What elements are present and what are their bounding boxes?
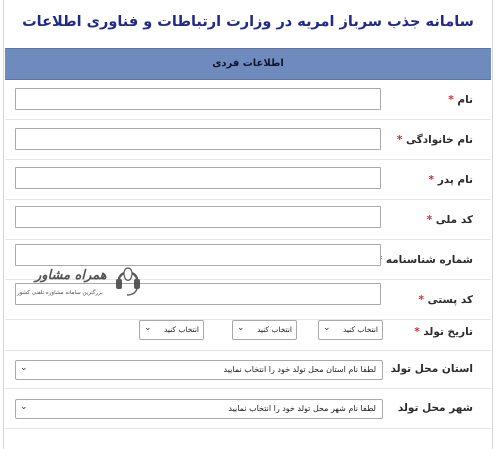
- chevron-down-icon: ⌄: [237, 323, 245, 333]
- watermark-title: همراه مشاور: [35, 268, 107, 283]
- headset-icon: [116, 267, 140, 296]
- father-name-row: نام پدر *: [5, 160, 491, 200]
- last-name-row: نام خانوادگی *: [5, 120, 491, 160]
- last-name-input[interactable]: [15, 128, 381, 150]
- last-name-label-text: نام خانوادگی: [406, 134, 473, 146]
- birth-year-select[interactable]: انتخاب کنید ⌄: [318, 320, 383, 340]
- required-mark: *: [414, 326, 420, 338]
- birth-day-value: انتخاب کنید: [163, 325, 199, 334]
- birth-province-label: استان محل تولد: [390, 363, 473, 375]
- birth-date-row: تاریخ تولد * انتخاب کنید ⌄ انتخاب کنید ⌄…: [5, 315, 491, 351]
- last-name-label: نام خانوادگی *: [395, 120, 473, 160]
- birth-day-select[interactable]: انتخاب کنید ⌄: [139, 320, 204, 340]
- birth-city-select[interactable]: لطفا نام شهر محل تولد خود را انتخاب نمای…: [15, 399, 383, 419]
- first-name-label: نام *: [446, 80, 473, 120]
- chevron-down-icon: ⌄: [144, 323, 152, 333]
- id-number-label: شماره شناسنامه *: [375, 240, 473, 280]
- birth-city-row: شهر محل تولد لطفا نام شهر محل تولد خود ر…: [5, 389, 491, 429]
- birth-date-label: تاریخ تولد *: [412, 315, 473, 351]
- required-mark: *: [428, 174, 435, 186]
- national-code-row: کد ملی *: [5, 200, 491, 240]
- id-number-label-text: شماره شناسنامه: [385, 254, 473, 266]
- national-code-input[interactable]: [15, 206, 381, 228]
- birth-month-value: انتخاب کنید: [256, 325, 292, 334]
- birth-province-value: لطفا نام استان محل تولد خود را انتخاب نم…: [223, 365, 376, 374]
- father-name-input[interactable]: [15, 167, 381, 189]
- father-name-label-text: نام پدر: [437, 174, 473, 186]
- postal-code-label-text: کد پستی: [427, 294, 473, 306]
- birth-province-row: استان محل تولد لطفا نام استان محل تولد خ…: [5, 351, 491, 389]
- watermark-logo: همراه مشاور بزرگترین سامانه مشاوره تلفنی…: [15, 262, 155, 304]
- page-title: سامانه جذب سرباز امریه در وزارت ارتباطات…: [22, 14, 474, 30]
- page: سامانه جذب سرباز امریه در وزارت ارتباطات…: [3, 0, 493, 449]
- watermark-subtitle: بزرگترین سامانه مشاوره تلفنی کشور: [17, 290, 103, 296]
- required-mark: *: [448, 94, 454, 106]
- birth-date-label-text: تاریخ تولد: [423, 326, 473, 338]
- national-code-label-text: کد ملی: [435, 214, 473, 226]
- birth-year-value: انتخاب کنید: [342, 325, 378, 334]
- postal-code-label: کد پستی *: [416, 280, 473, 320]
- required-mark: *: [426, 214, 433, 226]
- birth-city-value: لطفا نام شهر محل تولد خود را انتخاب نمای…: [228, 404, 376, 413]
- birth-province-select[interactable]: لطفا نام استان محل تولد خود را انتخاب نم…: [15, 360, 383, 380]
- required-mark: *: [396, 134, 403, 146]
- birth-city-label: شهر محل تولد: [397, 402, 473, 414]
- father-name-label: نام پدر *: [427, 160, 473, 200]
- chevron-down-icon: ⌄: [20, 363, 28, 373]
- national-code-label: کد ملی *: [425, 200, 473, 240]
- first-name-row: نام *: [5, 80, 491, 120]
- first-name-input[interactable]: [15, 88, 381, 110]
- chevron-down-icon: ⌄: [323, 323, 331, 333]
- section-header: اطلاعات فردی: [5, 48, 491, 80]
- required-mark: *: [418, 294, 424, 306]
- first-name-label-text: نام: [457, 94, 473, 106]
- chevron-down-icon: ⌄: [20, 402, 28, 412]
- birth-month-select[interactable]: انتخاب کنید ⌄: [232, 320, 297, 340]
